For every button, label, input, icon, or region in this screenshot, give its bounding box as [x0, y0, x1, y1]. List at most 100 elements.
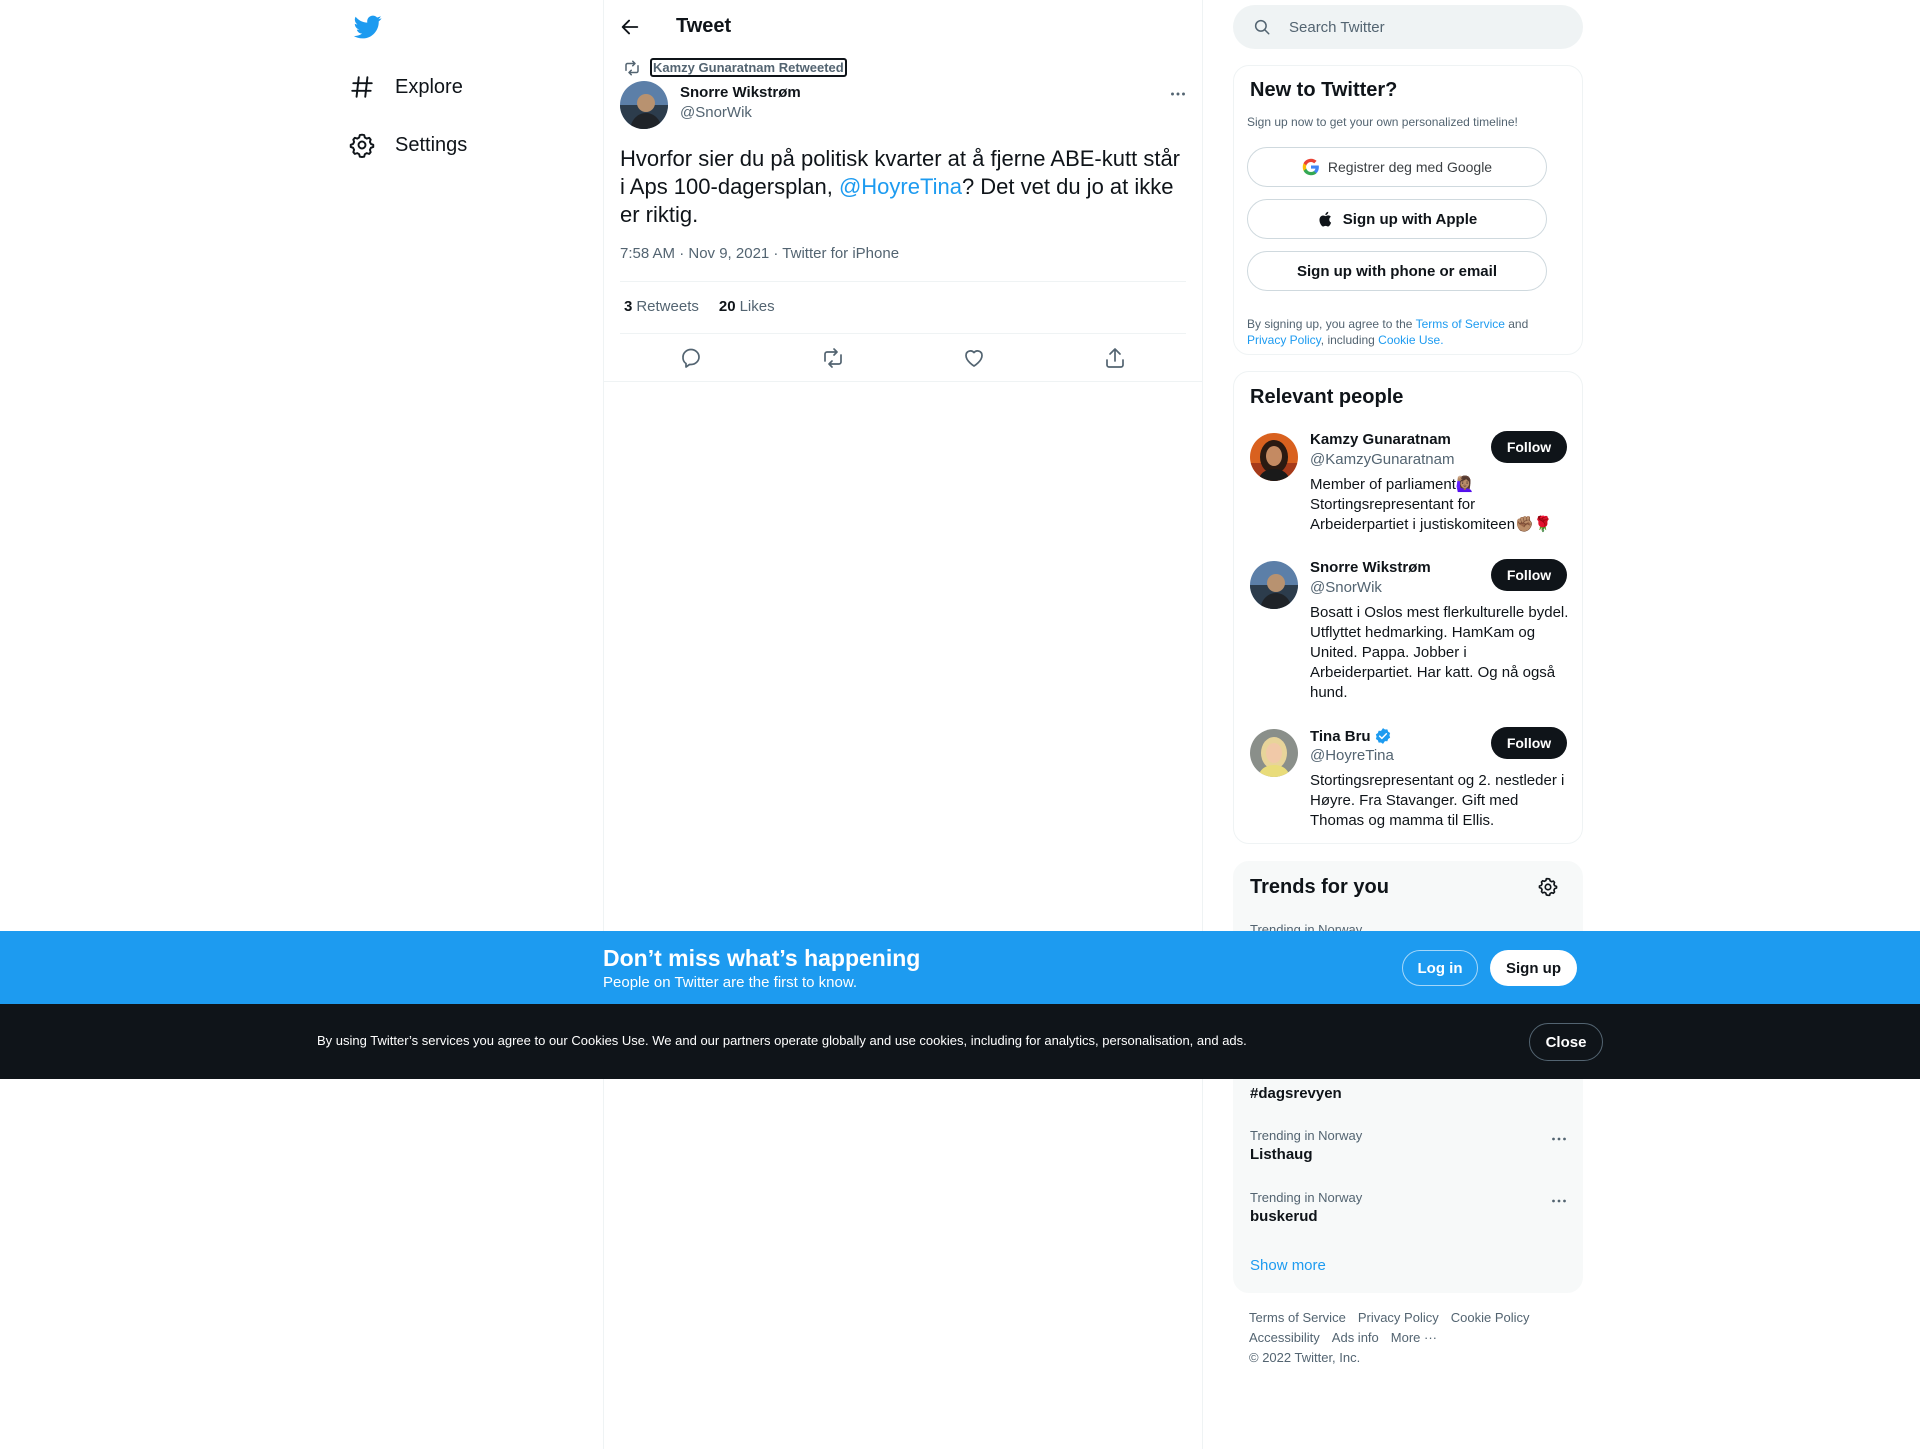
log-in-button[interactable]: Log in: [1402, 950, 1478, 986]
apple-signup-button[interactable]: Sign up with Apple: [1247, 199, 1547, 239]
cookie-use-link[interactable]: Cookie Use.: [1378, 333, 1443, 347]
back-arrow-icon[interactable]: [619, 16, 641, 38]
cookie-consent-text: By using Twitter’s services you agree to…: [317, 1033, 1247, 1048]
privacy-policy-link[interactable]: Privacy Policy: [1247, 333, 1321, 347]
person-avatar[interactable]: [1250, 561, 1298, 609]
apple-signup-label: Sign up with Apple: [1342, 210, 1478, 228]
likes-stat[interactable]: 20 Likes: [719, 298, 775, 315]
likes-count: 20: [718, 298, 736, 315]
nav-item-settings[interactable]: Settings: [349, 125, 467, 165]
person-bio: Bosatt i Oslos mest flerkulturelle bydel…: [1310, 604, 1569, 701]
signup-card-title: New to Twitter?: [1250, 79, 1398, 101]
footer-more-link[interactable]: More ···: [1391, 1330, 1437, 1345]
reply-icon[interactable]: [679, 346, 703, 370]
signup-card: New to Twitter? Sign up now to get your …: [1233, 65, 1583, 355]
retweets-count: 3: [624, 298, 633, 315]
retweet-context: Kamzy Gunaratnam Retweeted: [619, 58, 847, 77]
follow-button[interactable]: Follow: [1491, 559, 1567, 591]
nav-item-label: Explore: [395, 75, 463, 98]
nav-item-explore[interactable]: Explore: [349, 67, 463, 107]
person-item[interactable]: Snorre Wikstrøm @SnorWik Bosatt i Oslos …: [1250, 559, 1570, 709]
person-handle[interactable]: @KamzyGunaratnam: [1310, 451, 1454, 468]
footer-cookie-link[interactable]: Cookie Policy: [1451, 1310, 1530, 1325]
sign-up-button[interactable]: Sign up: [1490, 950, 1577, 986]
retweets-label: Retweets: [636, 298, 699, 315]
person-name[interactable]: Kamzy Gunaratnam: [1310, 431, 1451, 448]
footer-links-row: Terms of Service Privacy Policy Cookie Pol…: [1249, 1310, 1542, 1325]
more-options-icon[interactable]: [1548, 1190, 1570, 1212]
trend-name: Listhaug: [1250, 1146, 1313, 1163]
trend-name: #dagsrevyen: [1250, 1085, 1342, 1102]
relevant-people-card: Relevant people Kamzy Gunaratnam @KamzyG…: [1233, 371, 1583, 844]
person-name-text: Kamzy Gunaratnam: [1310, 431, 1451, 448]
likes-label: Likes: [739, 298, 775, 315]
signup-legal-text: By signing up, you agree to the Terms of…: [1247, 316, 1567, 348]
follow-button[interactable]: Follow: [1491, 727, 1567, 759]
tweet-stats: 3 Retweets 20 Likes: [624, 298, 775, 315]
tweet-timestamp[interactable]: 7:58 AM · Nov 9, 2021 · Twitter for iPho…: [620, 245, 899, 262]
retweet-icon[interactable]: [821, 346, 845, 370]
trend-item[interactable]: Trending in Norway Listhaug: [1250, 1128, 1570, 1178]
person-name[interactable]: Tina Bru: [1310, 727, 1392, 745]
person-name-text: Tina Bru: [1310, 727, 1371, 745]
footer-links-row: Accessibility Ads info More ···: [1249, 1330, 1449, 1345]
footer-accessibility-link[interactable]: Accessibility: [1249, 1330, 1320, 1345]
search-icon: [1253, 18, 1271, 36]
gear-icon: [349, 132, 375, 158]
more-options-icon[interactable]: [1548, 1128, 1570, 1150]
author-handle[interactable]: @SnorWik: [680, 104, 752, 121]
retweeted-by-link[interactable]: Kamzy Gunaratnam Retweeted: [650, 58, 847, 77]
mention-link[interactable]: @HoyreTina: [839, 174, 962, 199]
apple-logo-icon: [1317, 210, 1335, 228]
person-avatar[interactable]: [1250, 433, 1298, 481]
trend-context: Trending in Norway: [1250, 1190, 1363, 1205]
google-signup-button[interactable]: Registrer deg med Google: [1247, 147, 1547, 187]
footer-terms-link[interactable]: Terms of Service: [1249, 1310, 1346, 1325]
footer-privacy-link[interactable]: Privacy Policy: [1358, 1310, 1439, 1325]
signup-banner: Don’t miss what’s happening People on Tw…: [0, 931, 1920, 1004]
divider: [620, 281, 1186, 282]
divider: [620, 333, 1186, 334]
page-title: Tweet: [676, 15, 732, 37]
like-heart-icon[interactable]: [962, 346, 986, 370]
trend-context: Trending in Norway: [1250, 1128, 1363, 1143]
tweet-actions: [604, 342, 1202, 374]
legal-text: , including: [1320, 333, 1379, 347]
nav-item-label: Settings: [395, 133, 468, 156]
banner-subtitle: People on Twitter are the first to know.: [603, 974, 858, 991]
author-avatar[interactable]: [620, 81, 668, 129]
trend-name: buskerud: [1250, 1208, 1318, 1225]
more-options-icon[interactable]: [1167, 83, 1189, 105]
close-cookie-button[interactable]: Close: [1529, 1023, 1603, 1061]
phone-email-signup-label: Sign up with phone or email: [1296, 262, 1497, 280]
phone-email-signup-button[interactable]: Sign up with phone or email: [1247, 251, 1547, 291]
google-logo-icon: [1302, 158, 1320, 176]
person-handle[interactable]: @HoyreTina: [1310, 747, 1394, 764]
person-item[interactable]: Tina Bru @HoyreTina Stortingsrepresentan…: [1250, 727, 1570, 829]
trends-settings-gear-icon[interactable]: [1537, 876, 1559, 898]
footer-copyright: © 2022 Twitter, Inc.: [1249, 1350, 1361, 1365]
footer-ads-info-link[interactable]: Ads info: [1332, 1330, 1379, 1345]
terms-of-service-link[interactable]: Terms of Service: [1416, 317, 1505, 331]
share-icon[interactable]: [1103, 346, 1127, 370]
show-more-link[interactable]: Show more: [1250, 1257, 1326, 1274]
search-input[interactable]: [1289, 5, 1569, 49]
banner-title: Don’t miss what’s happening: [603, 945, 921, 971]
trends-title: Trends for you: [1250, 876, 1389, 898]
search-box[interactable]: [1233, 5, 1583, 49]
person-avatar[interactable]: [1250, 729, 1298, 777]
retweet-icon: [623, 59, 641, 77]
person-bio: Member of parliament🙋🏽‍♀️ Stortingsrepre…: [1310, 476, 1553, 533]
person-name-text: Snorre Wikstrøm: [1310, 559, 1431, 576]
author-name[interactable]: Snorre Wikstrøm: [680, 84, 801, 101]
main-column: Tweet Kamzy Gunaratnam Retweeted Snorre …: [603, 0, 1203, 1449]
person-name[interactable]: Snorre Wikstrøm: [1310, 559, 1431, 576]
follow-button[interactable]: Follow: [1491, 431, 1567, 463]
trend-item[interactable]: Trending in Norway buskerud: [1250, 1190, 1570, 1240]
tweet-text: Hvorfor sier du på politisk kvarter at å…: [620, 145, 1190, 229]
person-item[interactable]: Kamzy Gunaratnam @KamzyGunaratnam Member…: [1250, 431, 1570, 541]
twitter-logo-icon[interactable]: [353, 13, 383, 41]
google-signup-label: Registrer deg med Google: [1327, 159, 1493, 175]
person-handle[interactable]: @SnorWik: [1310, 579, 1382, 596]
retweets-stat[interactable]: 3 Retweets: [624, 298, 699, 315]
